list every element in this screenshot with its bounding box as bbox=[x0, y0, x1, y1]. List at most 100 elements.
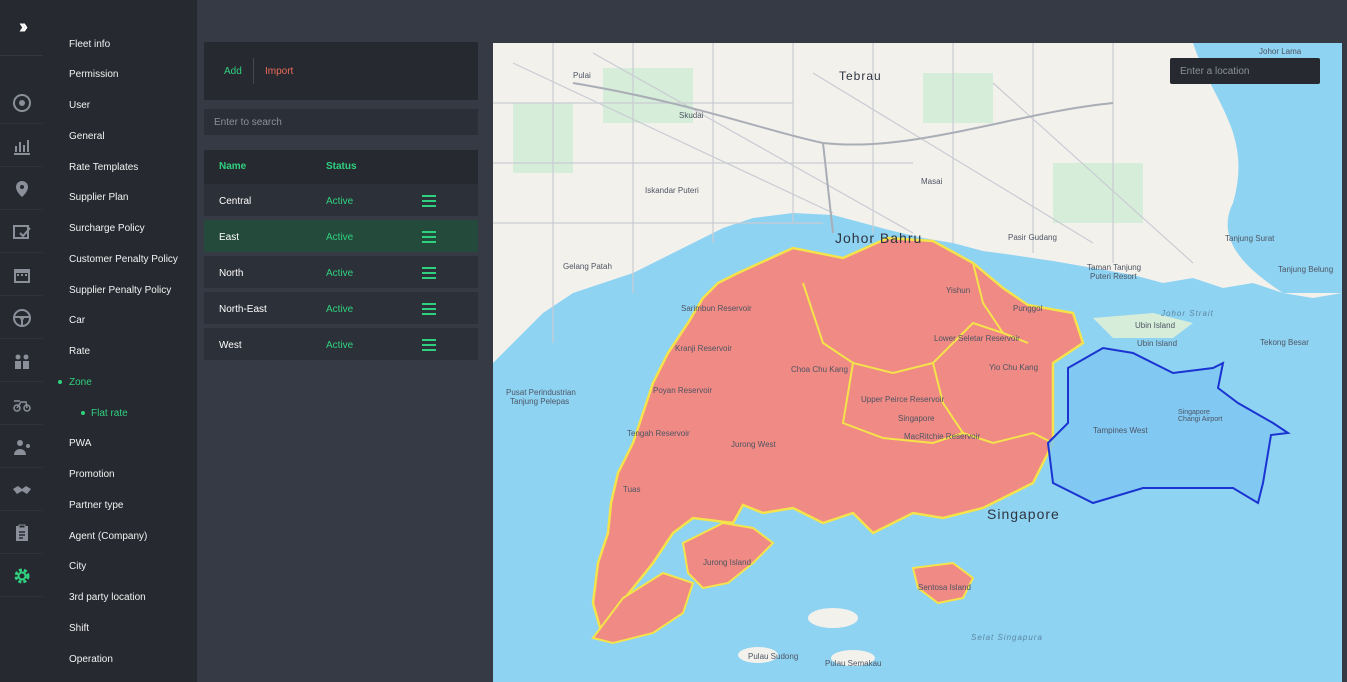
map-label: Pulai bbox=[573, 71, 591, 80]
active-sub-dot-icon bbox=[81, 411, 85, 415]
hamburger-menu-icon[interactable] bbox=[422, 267, 436, 279]
map-label: Jurong West bbox=[731, 440, 776, 449]
map-label: Singapore bbox=[898, 414, 935, 423]
hamburger-menu-icon[interactable] bbox=[422, 339, 436, 351]
map-label: Selat Singapura bbox=[971, 633, 1043, 642]
map-label: Sentosa Island bbox=[918, 583, 971, 592]
menu-item-zone[interactable]: Zone bbox=[69, 377, 92, 388]
table-header: Name Status bbox=[204, 150, 478, 184]
menu-item-supplier-plan[interactable]: Supplier Plan bbox=[69, 192, 128, 203]
divider bbox=[253, 58, 254, 84]
steering-wheel-icon[interactable] bbox=[0, 297, 43, 339]
bike-icon[interactable] bbox=[0, 383, 43, 425]
zone-status: Active bbox=[326, 340, 354, 351]
location-search-input[interactable] bbox=[1170, 58, 1320, 84]
top-bar bbox=[197, 0, 1347, 42]
map-label: Singapore Changi Airport bbox=[1178, 409, 1223, 423]
map-label: Yio Chu Kang bbox=[989, 363, 1039, 372]
table-row[interactable]: North-East Active bbox=[204, 292, 478, 326]
table-row[interactable]: West Active bbox=[204, 328, 478, 362]
map-label: Lower Seletar Reservoir bbox=[934, 334, 1020, 343]
clipboard-icon[interactable] bbox=[0, 512, 43, 554]
zone-name: North-East bbox=[219, 304, 267, 315]
menu-item-rate-templates[interactable]: Rate Templates bbox=[69, 162, 138, 173]
jurong-island bbox=[681, 521, 775, 590]
green-area bbox=[1053, 163, 1143, 223]
map-label: Tuas bbox=[623, 485, 641, 494]
zone-east-selected bbox=[1046, 346, 1291, 505]
menu-item-3rd-party-location[interactable]: 3rd party location bbox=[69, 592, 146, 603]
menu-item-shift[interactable]: Shift bbox=[69, 623, 89, 634]
map-label: Tebrau bbox=[839, 69, 882, 83]
zone-name: East bbox=[219, 232, 240, 243]
zone-name: North bbox=[219, 268, 244, 279]
column-header-name[interactable]: Name bbox=[219, 161, 246, 172]
map-label: Singapore bbox=[987, 506, 1060, 522]
map-label: Pulau Sudong bbox=[748, 652, 799, 661]
map-label: Tanjung Pelepas bbox=[510, 397, 570, 406]
menu-item-supplier-penalty-policy[interactable]: Supplier Penalty Policy bbox=[69, 285, 171, 296]
map-label: Upper Peirce Reservoir bbox=[861, 395, 945, 404]
menu-item-agent-company[interactable]: Agent (Company) bbox=[69, 531, 147, 542]
booking-edit-icon[interactable] bbox=[0, 211, 43, 253]
hamburger-menu-icon[interactable] bbox=[422, 195, 436, 207]
table-row[interactable]: Central Active bbox=[204, 184, 478, 218]
table-row[interactable]: North Active bbox=[204, 256, 478, 290]
map-label: Choa Chu Kang bbox=[791, 365, 848, 374]
menu-item-operation[interactable]: Operation bbox=[69, 654, 113, 665]
menu-item-city[interactable]: City bbox=[69, 561, 86, 572]
map-label: Tekong Besar bbox=[1260, 338, 1309, 347]
map-label: Masai bbox=[921, 177, 943, 186]
actions-panel: Add Import bbox=[204, 42, 478, 100]
add-button[interactable]: Add bbox=[224, 66, 242, 77]
menu-item-customer-penalty-policy[interactable]: Customer Penalty Policy bbox=[69, 254, 178, 265]
settings-gear-icon[interactable] bbox=[0, 555, 43, 597]
menu-item-general[interactable]: General bbox=[69, 131, 105, 142]
map-label: Poyan Reservoir bbox=[653, 386, 713, 395]
column-header-status[interactable]: Status bbox=[326, 161, 357, 172]
map-label: Tengah Reservoir bbox=[627, 429, 690, 438]
hamburger-menu-icon[interactable] bbox=[422, 303, 436, 315]
menu-item-car[interactable]: Car bbox=[69, 315, 85, 326]
map-label: Taman Tanjung bbox=[1087, 263, 1142, 272]
zone-status: Active bbox=[326, 232, 354, 243]
table-row[interactable]: East Active bbox=[204, 220, 478, 254]
handshake-icon[interactable] bbox=[0, 469, 43, 511]
location-pin-icon[interactable] bbox=[0, 168, 43, 210]
menu-item-user[interactable]: User bbox=[69, 100, 90, 111]
analytics-icon[interactable] bbox=[0, 125, 43, 167]
zone-map[interactable]: Johor Lama Pulai Tebrau Skudai Iskandar … bbox=[493, 43, 1342, 682]
menu-item-surcharge-policy[interactable]: Surcharge Policy bbox=[69, 223, 145, 234]
hamburger-menu-icon[interactable] bbox=[422, 231, 436, 243]
map-label: Yishun bbox=[946, 286, 971, 295]
menu-item-pwa[interactable]: PWA bbox=[69, 438, 91, 449]
group-icon[interactable] bbox=[0, 340, 43, 382]
map-label: Jurong Island bbox=[703, 558, 752, 567]
menu-item-rate[interactable]: Rate bbox=[69, 346, 90, 357]
search-input[interactable] bbox=[204, 109, 478, 135]
map-label: Iskandar Puteri bbox=[645, 186, 699, 195]
map-label: Punggol bbox=[1013, 304, 1043, 313]
menu-item-fleet-info[interactable]: Fleet info bbox=[69, 39, 110, 50]
menu-item-permission[interactable]: Permission bbox=[69, 69, 118, 80]
settings-menu: Fleet info Permission User General Rate … bbox=[43, 0, 197, 682]
menu-item-partner-type[interactable]: Partner type bbox=[69, 500, 123, 511]
menu-item-flat-rate[interactable]: Flat rate bbox=[91, 408, 128, 419]
menu-item-promotion[interactable]: Promotion bbox=[69, 469, 115, 480]
map-label: Tanjung Surat bbox=[1225, 234, 1275, 243]
map-label: Tampines West bbox=[1093, 426, 1148, 435]
zone-name: Central bbox=[219, 196, 252, 207]
expand-icon[interactable]: ›› bbox=[0, 0, 43, 56]
map-label: Gelang Patah bbox=[563, 262, 612, 271]
icon-rail: ›› bbox=[0, 0, 43, 682]
user-location-icon[interactable] bbox=[0, 426, 43, 468]
calendar-icon[interactable] bbox=[0, 254, 43, 296]
green-area bbox=[923, 73, 993, 123]
map-label: Ubin Island bbox=[1135, 321, 1176, 330]
zone-status: Active bbox=[326, 304, 354, 315]
dashboard-icon[interactable] bbox=[0, 82, 43, 124]
active-dot-icon bbox=[58, 380, 62, 384]
map-label: Puteri Resort bbox=[1090, 272, 1137, 281]
import-button[interactable]: Import bbox=[265, 66, 293, 77]
map-label: Pusat Perindustrian bbox=[506, 388, 576, 397]
